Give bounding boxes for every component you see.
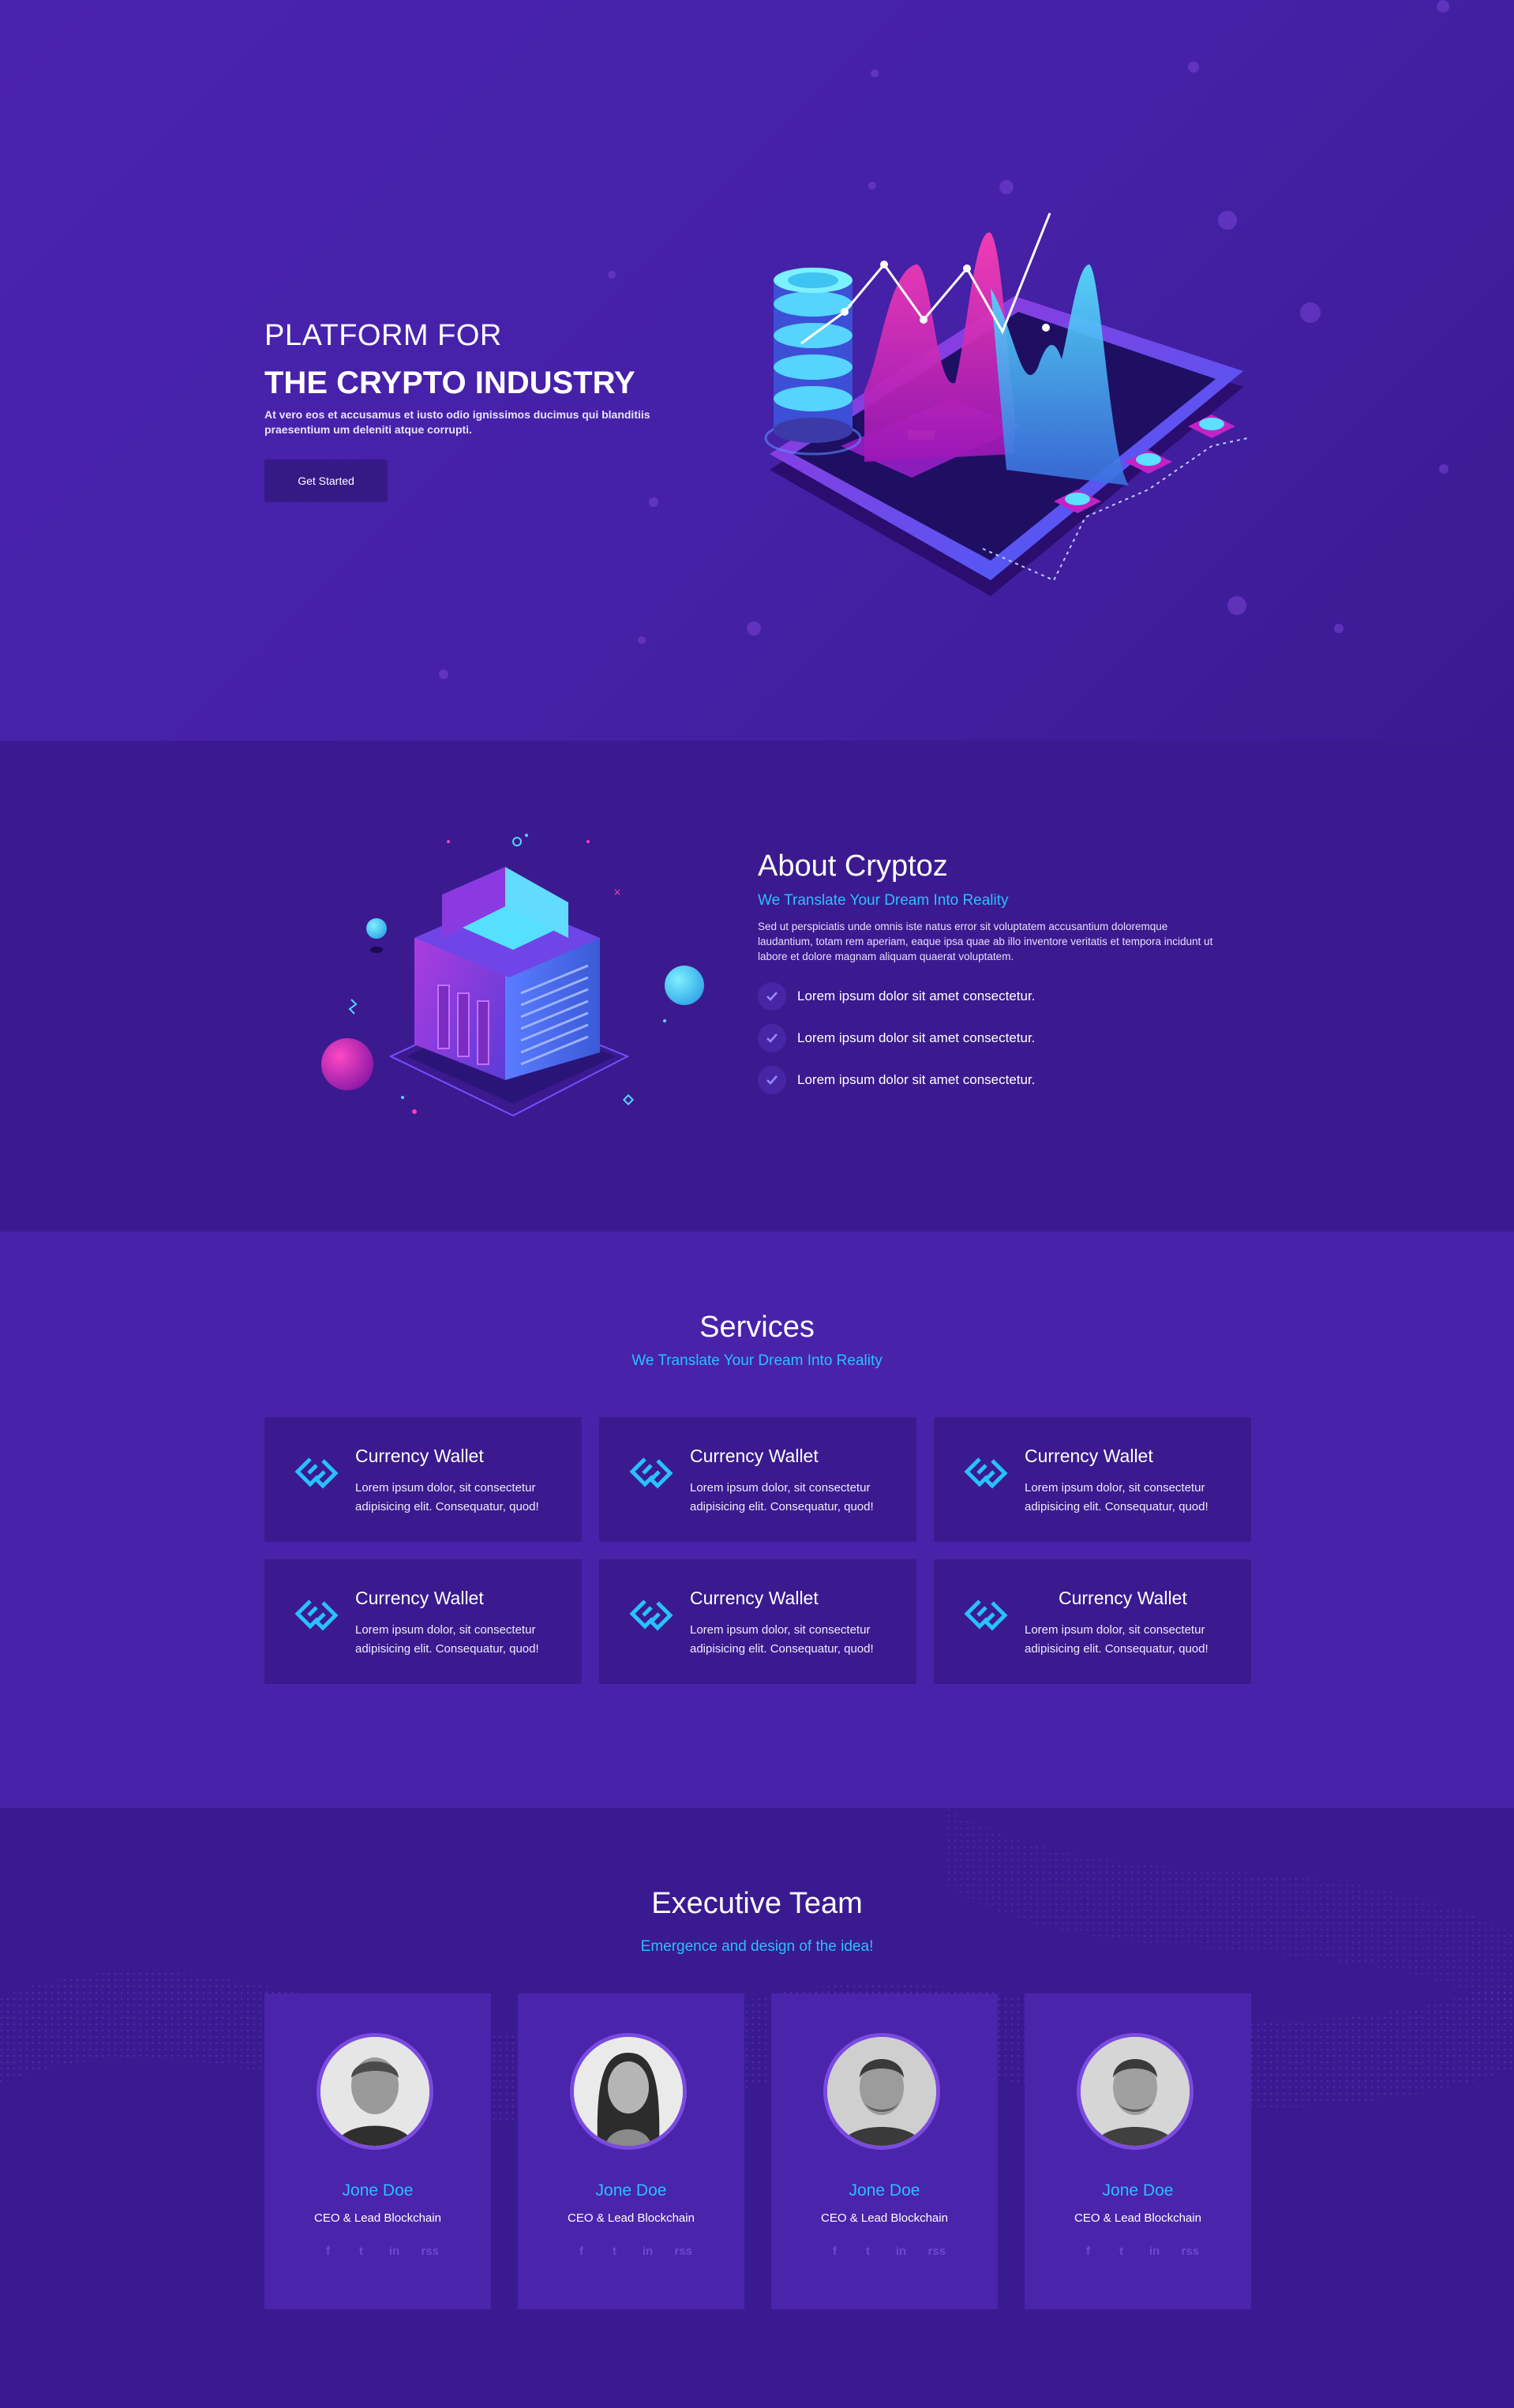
team-section: Executive Team Emergence and design of t…: [0, 1808, 1514, 2408]
about-title: About Cryptoz: [758, 850, 948, 883]
facebook-icon[interactable]: f: [1082, 2245, 1095, 2258]
avatar: [1077, 2033, 1194, 2150]
social-links: f t in rss: [771, 2245, 998, 2258]
services-section: Services We Translate Your Dream Into Re…: [0, 1232, 1514, 1808]
member-name: Jone Doe: [595, 2181, 667, 2200]
hero-section: PLATFORM FOR THE CRYPTO INDUSTRY At vero…: [0, 0, 1514, 741]
about-text-block: About Cryptoz We Translate Your Dream In…: [758, 848, 1231, 1101]
service-description: Lorem ipsum dolor, sit consectetur adipi…: [355, 1623, 539, 1656]
team-member-card: Jone Doe CEO & Lead Blockchain f t in rs…: [518, 1994, 744, 2309]
member-role: CEO & Lead Blockchain: [821, 2211, 948, 2225]
team-title: Executive Team: [651, 1887, 863, 1920]
link-icon: [294, 1600, 339, 1631]
about-section: × About Cryptoz We Translate Your Dream …: [0, 741, 1514, 1232]
services-subtitle: We Translate Your Dream Into Reality: [631, 1352, 883, 1369]
link-icon: [964, 1457, 1008, 1489]
member-role: CEO & Lead Blockchain: [314, 2211, 441, 2225]
checklist-item: Lorem ipsum dolor sit amet consectetur.: [758, 1059, 1231, 1101]
team-member-card: Jone Doe CEO & Lead Blockchain f t in rs…: [771, 1994, 998, 2309]
service-card[interactable]: Currency Wallet Lorem ipsum dolor, sit c…: [599, 1417, 916, 1542]
rss-icon[interactable]: rss: [675, 2245, 693, 2258]
service-title: Currency Wallet: [690, 1446, 819, 1466]
twitter-icon[interactable]: t: [609, 2245, 621, 2258]
team-member-card: Jone Doe CEO & Lead Blockchain f t in rs…: [1025, 1994, 1251, 2309]
hero-title: THE CRYPTO INDUSTRY: [264, 366, 635, 400]
linkedin-icon[interactable]: in: [895, 2245, 908, 2258]
service-title: Currency Wallet: [1025, 1446, 1153, 1466]
hero-illustration: [764, 212, 1248, 596]
service-card[interactable]: Currency Wallet Lorem ipsum dolor, sit c…: [264, 1417, 582, 1542]
facebook-icon[interactable]: f: [575, 2245, 588, 2258]
check-icon: [758, 1065, 786, 1094]
linkedin-icon[interactable]: in: [642, 2245, 654, 2258]
service-title: Currency Wallet: [355, 1446, 484, 1466]
rss-icon[interactable]: rss: [928, 2245, 946, 2258]
service-description: Lorem ipsum dolor, sit consectetur adipi…: [690, 1623, 874, 1656]
member-name: Jone Doe: [1102, 2181, 1174, 2200]
twitter-icon[interactable]: t: [862, 2245, 875, 2258]
service-card[interactable]: Currency Wallet Lorem ipsum dolor, sit c…: [934, 1559, 1251, 1684]
hero-text-block: PLATFORM FOR THE CRYPTO INDUSTRY At vero…: [264, 317, 675, 502]
member-name: Jone Doe: [849, 2181, 920, 2200]
link-icon: [629, 1600, 673, 1631]
facebook-icon[interactable]: f: [829, 2245, 841, 2258]
facebook-icon[interactable]: f: [322, 2245, 335, 2258]
social-links: f t in rss: [264, 2245, 491, 2258]
avatar: [570, 2033, 687, 2150]
service-card[interactable]: Currency Wallet Lorem ipsum dolor, sit c…: [599, 1559, 916, 1684]
rss-icon[interactable]: rss: [422, 2245, 440, 2258]
service-description: Lorem ipsum dolor, sit consectetur adipi…: [355, 1481, 539, 1513]
service-description: Lorem ipsum dolor, sit consectetur adipi…: [1025, 1623, 1209, 1656]
team-subtitle: Emergence and design of the idea!: [640, 1938, 874, 1955]
check-icon: [758, 981, 786, 1011]
service-title: Currency Wallet: [690, 1588, 819, 1608]
about-description: Sed ut perspiciatis unde omnis iste natu…: [758, 921, 1213, 962]
hero-description: At vero eos et accusamus et iusto odio i…: [264, 408, 650, 436]
social-links: f t in rss: [1025, 2245, 1251, 2258]
checklist-text: Lorem ipsum dolor sit amet consectetur.: [797, 988, 1036, 1003]
member-role: CEO & Lead Blockchain: [1074, 2211, 1201, 2225]
link-icon: [294, 1457, 339, 1489]
checklist-item: Lorem ipsum dolor sit amet consectetur.: [758, 975, 1231, 1017]
service-card[interactable]: Currency Wallet Lorem ipsum dolor, sit c…: [264, 1559, 582, 1684]
service-card[interactable]: Currency Wallet Lorem ipsum dolor, sit c…: [934, 1417, 1251, 1542]
service-title: Currency Wallet: [355, 1588, 484, 1608]
service-title: Currency Wallet: [1059, 1588, 1187, 1608]
service-description: Lorem ipsum dolor, sit consectetur adipi…: [1025, 1481, 1209, 1513]
rss-icon[interactable]: rss: [1182, 2245, 1200, 2258]
checklist-text: Lorem ipsum dolor sit amet consectetur.: [797, 1030, 1036, 1045]
avatar: [317, 2033, 433, 2150]
link-icon: [964, 1600, 1008, 1631]
about-subtitle: We Translate Your Dream Into Reality: [758, 892, 1009, 909]
check-icon: [758, 1023, 786, 1052]
services-title: Services: [699, 1311, 815, 1344]
member-role: CEO & Lead Blockchain: [568, 2211, 695, 2225]
link-icon: [629, 1457, 673, 1489]
team-member-card: Jone Doe CEO & Lead Blockchain f t in rs…: [264, 1994, 491, 2309]
about-illustration: ×: [321, 834, 704, 1117]
avatar: [823, 2033, 940, 2150]
checklist-text: Lorem ipsum dolor sit amet consectetur.: [797, 1071, 1036, 1087]
twitter-icon[interactable]: t: [1115, 2245, 1128, 2258]
hero-pre-title: PLATFORM FOR: [264, 319, 502, 352]
linkedin-icon[interactable]: in: [388, 2245, 401, 2258]
get-started-button[interactable]: Get Started: [264, 459, 388, 502]
checklist-item: Lorem ipsum dolor sit amet consectetur.: [758, 1017, 1231, 1059]
social-links: f t in rss: [518, 2245, 744, 2258]
linkedin-icon[interactable]: in: [1149, 2245, 1161, 2258]
svg-text:×: ×: [613, 887, 621, 898]
service-description: Lorem ipsum dolor, sit consectetur adipi…: [690, 1481, 874, 1513]
member-name: Jone Doe: [342, 2181, 414, 2200]
twitter-icon[interactable]: t: [355, 2245, 368, 2258]
